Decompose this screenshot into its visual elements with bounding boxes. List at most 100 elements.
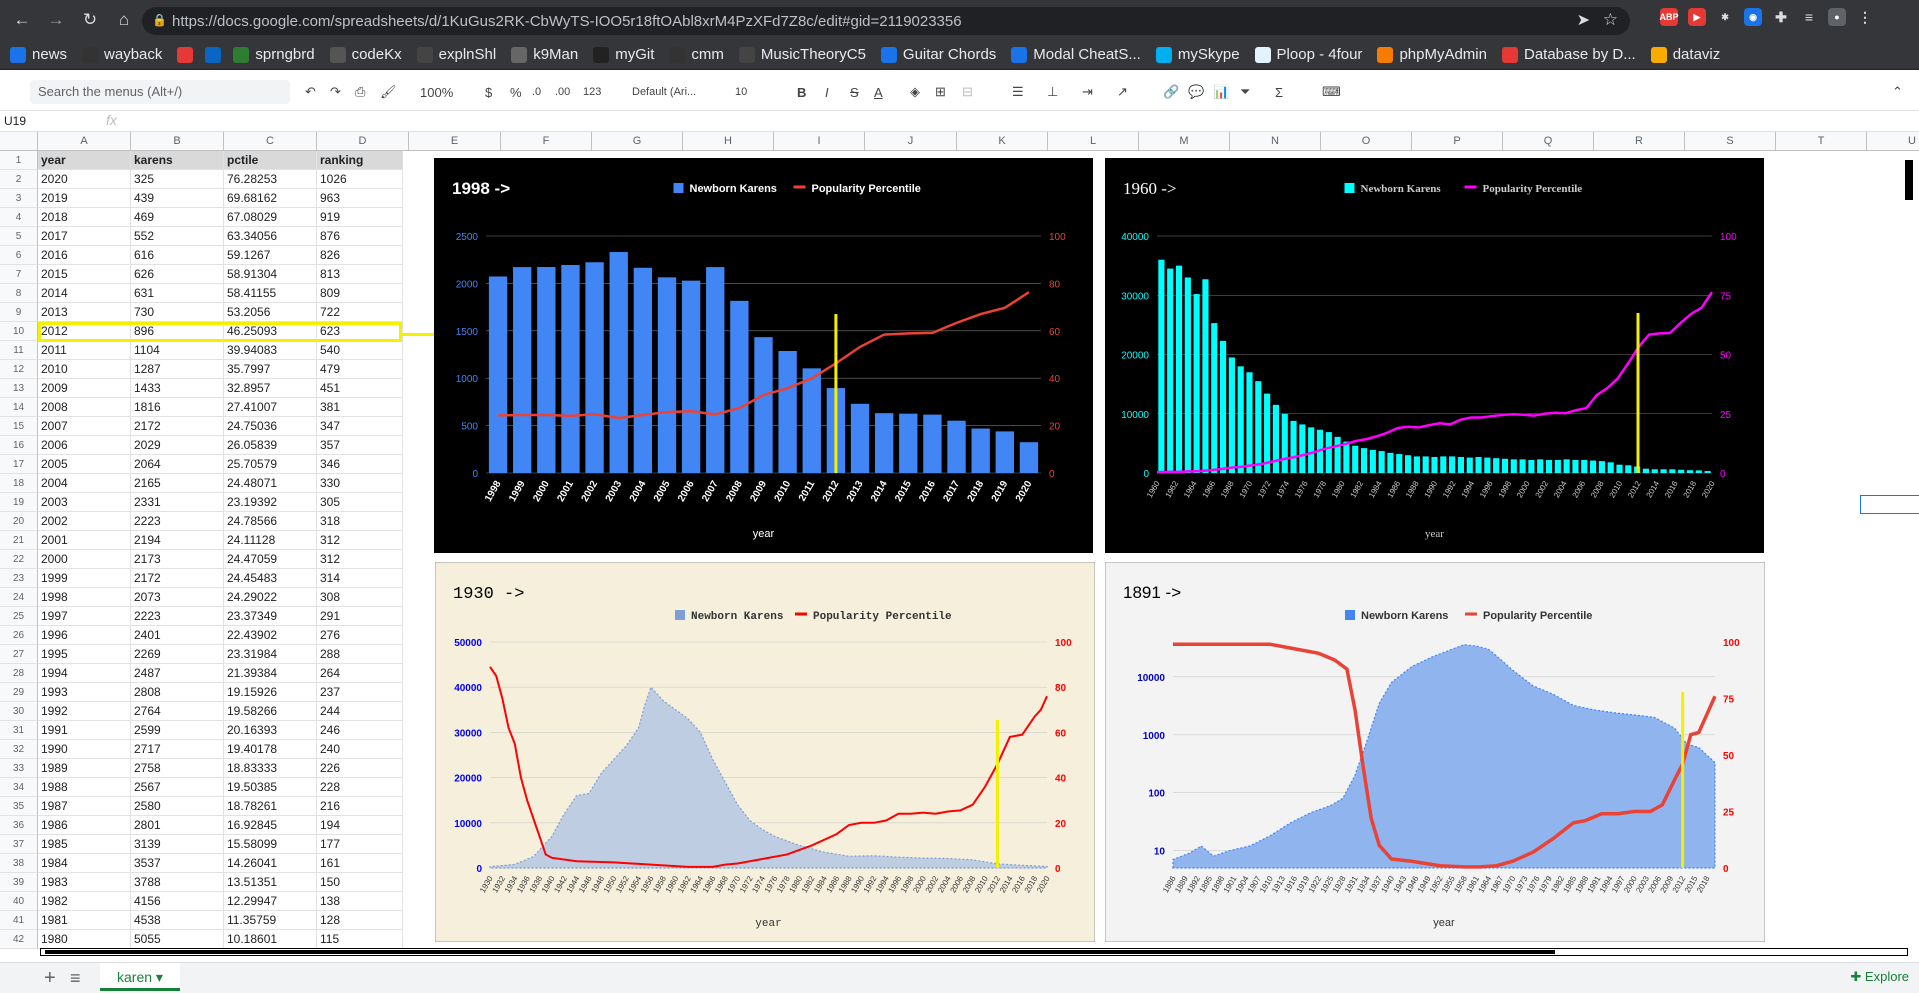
avatar[interactable]: ● bbox=[1828, 8, 1846, 26]
table-cell[interactable]: 2487 bbox=[131, 664, 224, 683]
bookmark-item[interactable]: Ploop - 4four bbox=[1254, 46, 1362, 63]
bar[interactable] bbox=[681, 280, 701, 473]
row-header[interactable]: 8 bbox=[0, 284, 38, 303]
table-cell[interactable]: 59.1267 bbox=[224, 246, 317, 265]
bar[interactable] bbox=[561, 265, 580, 473]
bar[interactable] bbox=[995, 431, 1014, 473]
bookmark-item[interactable]: MusicTheoryC5 bbox=[738, 46, 866, 63]
table-cell[interactable]: 2019 bbox=[38, 189, 131, 208]
text-color-icon[interactable]: A bbox=[874, 83, 883, 101]
print-icon[interactable]: ⎙ bbox=[355, 83, 365, 101]
bar[interactable] bbox=[609, 252, 628, 473]
forward-icon[interactable]: → bbox=[44, 8, 68, 32]
bookmark-item[interactable]: sprngbrd bbox=[233, 46, 315, 63]
valign-icon[interactable]: ⊥ bbox=[1047, 83, 1058, 101]
table-cell[interactable]: 14.26041 bbox=[224, 854, 317, 873]
table-cell[interactable]: 19.40178 bbox=[224, 740, 317, 759]
table-cell[interactable]: 2004 bbox=[38, 474, 131, 493]
table-cell[interactable]: 20.16393 bbox=[224, 721, 317, 740]
row-header[interactable]: 9 bbox=[0, 303, 38, 322]
bar[interactable] bbox=[1686, 470, 1694, 473]
row-header[interactable]: 2 bbox=[0, 170, 38, 189]
add-sheet-icon[interactable]: + bbox=[44, 967, 56, 990]
table-cell[interactable]: 2014 bbox=[38, 284, 131, 303]
corner-cell[interactable] bbox=[0, 132, 38, 151]
bar[interactable] bbox=[1281, 413, 1288, 473]
strikethrough-icon[interactable]: S bbox=[850, 83, 859, 101]
table-cell[interactable]: 240 bbox=[317, 740, 403, 759]
name-box[interactable]: U19 bbox=[4, 114, 84, 128]
table-cell[interactable]: 305 bbox=[317, 493, 403, 512]
bar[interactable] bbox=[1211, 323, 1218, 473]
table-cell[interactable]: 730 bbox=[131, 303, 224, 322]
row-header[interactable]: 16 bbox=[0, 436, 38, 455]
number-format-button[interactable]: 123 bbox=[583, 83, 601, 101]
table-cell[interactable]: 2764 bbox=[131, 702, 224, 721]
table-cell[interactable]: 226 bbox=[317, 759, 403, 778]
table-cell[interactable]: 25.70579 bbox=[224, 455, 317, 474]
table-cell[interactable]: 46.25093 bbox=[224, 322, 317, 341]
table-cell[interactable]: 2011 bbox=[38, 341, 131, 360]
row-header[interactable]: 38 bbox=[0, 854, 38, 873]
table-cell[interactable]: 24.75036 bbox=[224, 417, 317, 436]
bar[interactable] bbox=[1019, 442, 1039, 473]
table-cell[interactable]: 23.31984 bbox=[224, 645, 317, 664]
table-cell[interactable]: 58.41155 bbox=[224, 284, 317, 303]
table-cell[interactable]: 2223 bbox=[131, 607, 224, 626]
reading-list-icon[interactable]: ≡ bbox=[1800, 8, 1818, 26]
table-cell[interactable]: 2009 bbox=[38, 379, 131, 398]
table-cell[interactable]: 24.48071 bbox=[224, 474, 317, 493]
table-cell[interactable]: 18.83333 bbox=[224, 759, 317, 778]
table-cell[interactable]: 16.92845 bbox=[224, 816, 317, 835]
row-header[interactable]: 18 bbox=[0, 474, 38, 493]
horizontal-scrollbar[interactable] bbox=[40, 948, 1908, 956]
paint-format-icon[interactable]: 🖌 bbox=[380, 83, 397, 101]
table-cell[interactable]: 1026 bbox=[317, 170, 403, 189]
chart-1998[interactable]: 1998 -> Newborn Karens Popularity Percenti… bbox=[434, 158, 1093, 553]
table-cell[interactable]: 21.39384 bbox=[224, 664, 317, 683]
table-cell[interactable]: 1981 bbox=[38, 911, 131, 930]
table-cell[interactable]: 24.29022 bbox=[224, 588, 317, 607]
bar[interactable] bbox=[1537, 459, 1544, 473]
table-cell[interactable]: 13.51351 bbox=[224, 873, 317, 892]
input-tools-icon[interactable]: ⌨ bbox=[1322, 83, 1341, 101]
column-header[interactable]: D bbox=[317, 132, 409, 151]
table-cell[interactable]: 2580 bbox=[131, 797, 224, 816]
row-header[interactable]: 27 bbox=[0, 645, 38, 664]
table-cell[interactable]: 63.34056 bbox=[224, 227, 317, 246]
table-cell[interactable]: 5055 bbox=[131, 930, 224, 949]
bar[interactable] bbox=[874, 413, 894, 473]
bar[interactable] bbox=[923, 414, 942, 473]
table-cell[interactable]: 244 bbox=[317, 702, 403, 721]
table-cell[interactable]: 826 bbox=[317, 246, 403, 265]
bar[interactable] bbox=[1167, 268, 1174, 473]
all-sheets-icon[interactable]: ≡ bbox=[70, 968, 81, 989]
table-cell[interactable]: 2008 bbox=[38, 398, 131, 417]
row-header[interactable]: 3 bbox=[0, 189, 38, 208]
bar[interactable] bbox=[633, 267, 653, 473]
bar[interactable] bbox=[1581, 459, 1588, 473]
table-cell[interactable]: 2172 bbox=[131, 417, 224, 436]
bar[interactable] bbox=[1519, 459, 1526, 473]
table-cell[interactable]: 2567 bbox=[131, 778, 224, 797]
bar[interactable] bbox=[537, 266, 556, 473]
row-header[interactable]: 5 bbox=[0, 227, 38, 246]
table-cell[interactable]: 10.18601 bbox=[224, 930, 317, 949]
zoom-select[interactable]: 100% bbox=[420, 83, 453, 101]
bar[interactable] bbox=[1704, 471, 1711, 473]
table-cell[interactable]: 19.58266 bbox=[224, 702, 317, 721]
fill-color-icon[interactable]: ◈ bbox=[910, 83, 920, 101]
table-cell[interactable]: 3788 bbox=[131, 873, 224, 892]
bar[interactable] bbox=[754, 337, 773, 473]
puzzle-icon[interactable]: ✚ bbox=[1772, 8, 1790, 26]
column-header[interactable]: S bbox=[1685, 132, 1776, 151]
table-cell[interactable]: 631 bbox=[131, 284, 224, 303]
bar[interactable] bbox=[1510, 459, 1517, 473]
bar[interactable] bbox=[1184, 277, 1191, 473]
chart-1960[interactable]: 1960 -> Newborn Karens Popularity Percenti… bbox=[1105, 158, 1764, 553]
table-cell[interactable]: 314 bbox=[317, 569, 403, 588]
bar[interactable] bbox=[1572, 459, 1579, 473]
table-cell[interactable]: 2808 bbox=[131, 683, 224, 702]
redo-icon[interactable]: ↷ bbox=[330, 83, 341, 101]
table-cell[interactable]: 2000 bbox=[38, 550, 131, 569]
